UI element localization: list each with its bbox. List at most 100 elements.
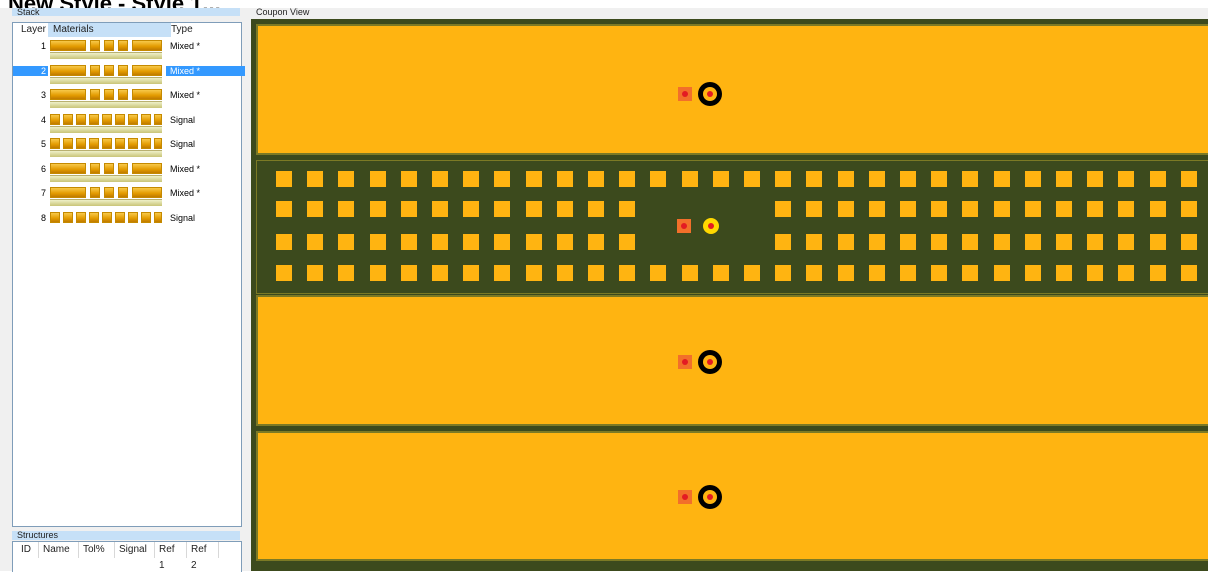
stack-row-layer-8[interactable]: 8 Signal [13,210,241,232]
column-header-ref2[interactable]: Ref 2 [187,542,219,571]
ground-via-square [1149,265,1166,281]
column-header-materials[interactable]: Materials [48,23,171,37]
plane-layer-3[interactable] [256,431,1208,561]
column-header-signal[interactable]: Signal [115,542,155,558]
ground-via-square [931,265,948,281]
column-header-id[interactable]: ID [17,542,39,558]
copper-segment [104,89,114,100]
stack-list[interactable]: Layer Materials Type 1 Mixed * 2 Mixed * 3 Mi… [12,22,245,527]
ground-via-square [993,201,1010,217]
test-pad [678,87,692,101]
ground-via-square [276,265,292,281]
stack-panel-header: Stack [12,8,240,17]
column-header-ref1[interactable]: Ref 1 [155,542,187,571]
ground-via-square [1118,234,1135,250]
ground-via-square [868,201,885,217]
ground-via-square [744,265,760,281]
stack-row-layer-2[interactable]: 2 Mixed * [13,63,245,85]
copper-segment [90,64,100,76]
ground-via-square [276,171,292,187]
ground-via-square [1056,234,1072,250]
drill-hole [681,223,687,229]
ground-via-square [619,201,636,217]
ground-via-square [806,265,823,281]
column-header-layer[interactable]: Layer [21,23,46,37]
ground-via-square [931,201,948,217]
ground-via-square [712,265,729,281]
copper-segment [76,138,86,149]
layer-type: Mixed * [166,65,245,76]
ground-via-square [556,234,573,250]
drill-hole [708,223,714,229]
copper-segment [128,211,138,223]
copper-segment [118,162,128,174]
ground-via-square [432,265,448,281]
ground-via-square [619,265,636,281]
ground-via-square [775,171,792,187]
structures-table[interactable]: ID Name Tol% Signal Ref 1 Ref 2 [12,541,242,572]
copper-segment [76,113,86,125]
copper-segment [63,138,73,149]
ground-via-square [900,201,916,217]
ground-via-square [962,171,979,187]
antipad-ring-icon [698,485,722,509]
stack-row-layer-5[interactable]: 5 Signal [13,136,241,158]
stack-row-layer-3[interactable]: 3 Mixed * [13,87,241,109]
material-stack-graphic [50,162,162,182]
column-header-name[interactable]: Name [39,542,79,558]
ground-via-square [931,171,948,187]
copper-segment [118,40,128,51]
ground-via-square [868,171,885,187]
coupon-canvas[interactable] [251,19,1208,571]
material-stack-graphic [50,64,162,84]
signal-layer[interactable] [256,160,1208,294]
copper-segment [63,113,73,125]
copper-segment [128,138,138,149]
ground-via-square [400,234,417,250]
stack-row-layer-1[interactable]: 1 Mixed * [13,38,241,60]
copper-segment [141,211,151,223]
layer-number: 4 [40,114,46,125]
structures-panel-header: Structures [12,531,240,540]
ground-via-square [1180,171,1197,187]
ground-via-square [494,171,511,187]
plane-layer-1[interactable] [256,24,1208,155]
dielectric-core [50,76,162,84]
copper-segment [50,113,60,125]
layer-number: 3 [40,90,46,100]
ground-via-square [588,201,604,217]
ground-via-square [588,265,604,281]
ground-via-square [276,201,292,217]
layer-number: 1 [40,41,46,51]
material-stack-graphic [50,187,162,206]
ground-via-square [588,171,604,187]
copper-segment [50,40,86,51]
material-stack-graphic [50,113,162,133]
material-stack-graphic [50,89,162,108]
layer-number: 7 [40,188,46,198]
copper-segment [115,113,125,125]
ground-via-square [1149,201,1166,217]
ground-via-square [1087,171,1104,187]
ground-via-square [1149,171,1166,187]
ground-via-square [806,171,823,187]
ground-via-square [806,234,823,250]
material-stack-graphic [50,40,162,59]
stack-row-layer-4[interactable]: 4 Signal [13,112,241,134]
column-header-tol[interactable]: Tol% [79,542,115,558]
copper-segment [90,89,100,100]
column-header-type[interactable]: Type [171,23,193,37]
ground-via-square [338,201,355,217]
antipad-ring-icon [698,350,722,374]
copper-segment [50,64,86,76]
copper-segment [50,211,60,223]
ground-via-square [681,171,698,187]
ground-via-square [400,201,417,217]
plane-layer-2[interactable] [256,295,1208,426]
copper-segment [89,211,99,223]
stack-row-layer-7[interactable]: 7 Mixed * [13,185,241,207]
ground-via-square [463,201,480,217]
stack-row-layer-6[interactable]: 6 Mixed * [13,161,241,183]
ground-via-square [556,171,573,187]
copper-segment [102,113,112,125]
